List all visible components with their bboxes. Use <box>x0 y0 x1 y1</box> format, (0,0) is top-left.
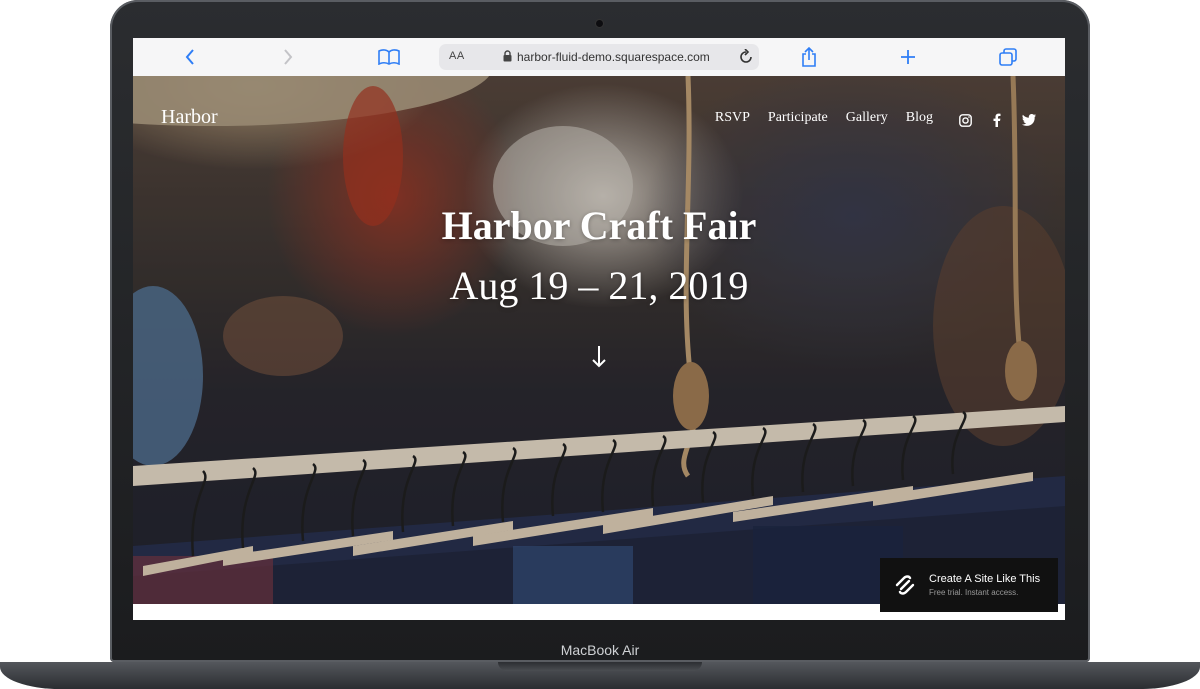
bookmarks-button[interactable] <box>374 44 404 70</box>
plus-icon <box>901 50 915 64</box>
camera-icon <box>596 20 603 27</box>
promo-subtitle: Free trial. Instant access. <box>929 588 1019 597</box>
tabs-icon <box>999 48 1017 66</box>
chevron-left-icon <box>185 49 194 65</box>
hero-title: Harbor Craft Fair <box>441 203 757 248</box>
browser-screen: AA harbor-fluid-demo.squarespace.com Har… <box>133 38 1065 620</box>
reader-text-size-button[interactable]: AA <box>449 50 465 62</box>
laptop-notch <box>498 662 702 671</box>
reload-icon[interactable] <box>739 49 753 64</box>
squarespace-logo-icon <box>895 575 915 595</box>
hero-overlay <box>133 76 1065 604</box>
hero-section: Harbor RSVP Participate Gallery Blog Har… <box>133 76 1065 604</box>
facebook-icon[interactable] <box>989 112 1005 128</box>
address-bar[interactable]: AA harbor-fluid-demo.squarespace.com <box>439 44 759 70</box>
chevron-right-icon <box>284 49 293 65</box>
new-tab-button[interactable] <box>893 44 923 70</box>
create-site-banner[interactable]: Create A Site Like This Free trial. Inst… <box>880 558 1058 612</box>
device-label: MacBook Air <box>560 642 640 658</box>
social-links <box>957 112 1037 128</box>
nav-participate[interactable]: Participate <box>768 110 828 126</box>
promo-title: Create A Site Like This <box>929 573 1041 585</box>
book-icon <box>378 49 400 65</box>
forward-button[interactable] <box>273 44 303 70</box>
instagram-icon[interactable] <box>957 112 973 128</box>
nav-gallery[interactable]: Gallery <box>846 110 888 126</box>
browser-toolbar: AA harbor-fluid-demo.squarespace.com <box>133 38 1065 77</box>
scroll-down-arrow-icon[interactable] <box>589 344 609 370</box>
site-logo[interactable]: Harbor <box>161 106 218 129</box>
laptop-mockup: AA harbor-fluid-demo.squarespace.com Har… <box>0 0 1200 689</box>
nav-rsvp[interactable]: RSVP <box>715 110 750 126</box>
nav-blog[interactable]: Blog <box>906 110 933 126</box>
share-icon <box>802 47 816 67</box>
share-button[interactable] <box>794 44 824 70</box>
tabs-button[interactable] <box>993 44 1023 70</box>
twitter-icon[interactable] <box>1021 112 1037 128</box>
url-text: harbor-fluid-demo.squarespace.com <box>517 50 710 64</box>
hero-date: Aug 19 – 21, 2019 <box>449 263 749 308</box>
site-nav: RSVP Participate Gallery Blog <box>715 110 933 126</box>
back-button[interactable] <box>175 44 205 70</box>
lock-icon <box>503 50 512 62</box>
